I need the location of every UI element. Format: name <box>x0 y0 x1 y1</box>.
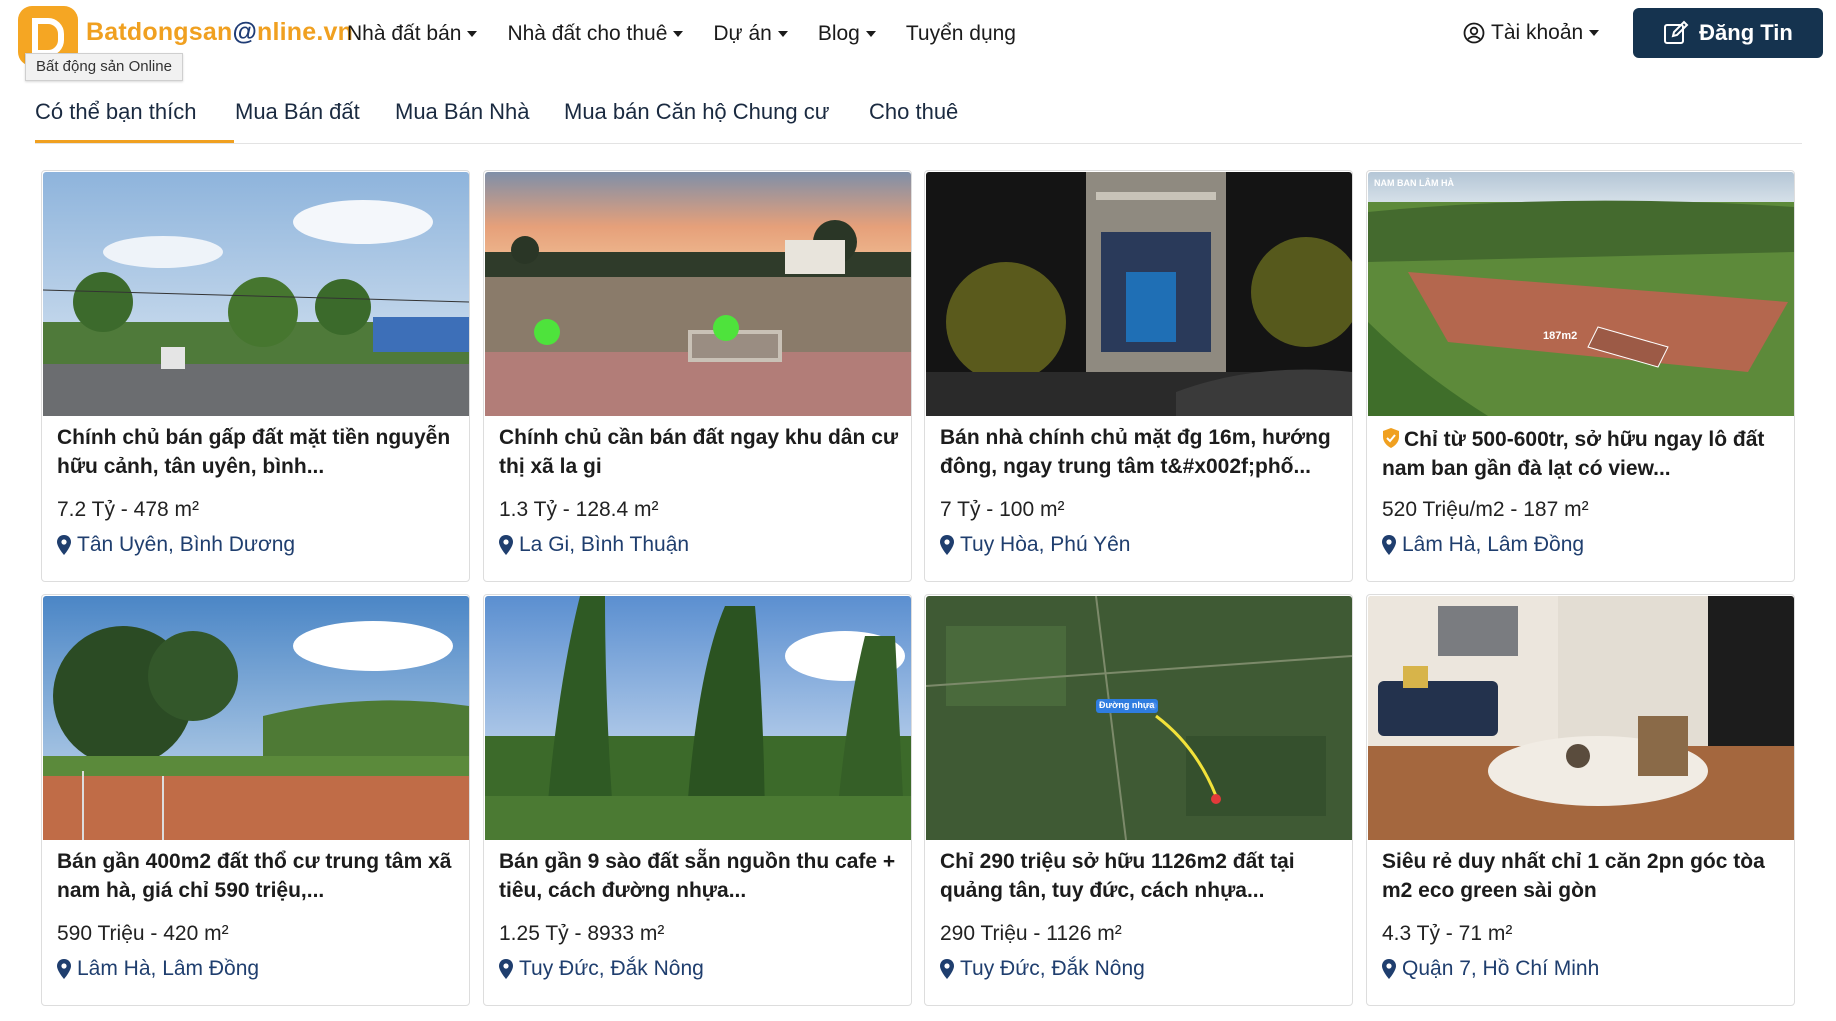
listing-card[interactable]: Chính chủ cần bán đất ngay khu dân cư th… <box>483 170 912 582</box>
tab-mua-ban-dat[interactable]: Mua Bán đất <box>235 99 360 144</box>
caret-down-icon <box>467 31 478 37</box>
post-listing-label: Đăng Tin <box>1699 20 1793 45</box>
listing-price: 7 Tỷ - 100 m² <box>940 498 1065 521</box>
map-pin-icon <box>57 535 71 555</box>
caret-down-icon <box>673 31 684 37</box>
listing-image[interactable] <box>43 596 469 840</box>
listing-title[interactable]: Siêu rẻ duy nhất chỉ 1 căn 2pn góc tòa m… <box>1382 847 1786 905</box>
listing-title[interactable]: Chỉ 290 triệu sở hữu 1126m2 đất tại quản… <box>940 847 1344 905</box>
map-pin-icon <box>499 535 513 555</box>
map-pin-icon <box>1382 959 1396 979</box>
tab-co-the-ban-thich[interactable]: Có thể bạn thích <box>35 99 196 144</box>
site-header: Batdongsan@nline.vn Nhà đất bán Nhà đất … <box>0 0 1836 75</box>
listing-card[interactable]: NAM BAN LÂM HÀ 187m2 Chỉ từ 500-600tr, s… <box>1366 170 1795 582</box>
listing-title[interactable]: Chính chủ bán gấp đất mặt tiền nguyễn hữ… <box>57 423 461 481</box>
nav-item-blog[interactable]: Blog <box>818 22 876 46</box>
map-pin-icon <box>940 959 954 979</box>
nav-item-du-an[interactable]: Dự án <box>713 22 788 46</box>
main-nav: Nhà đất bán Nhà đất cho thuê Dự án Blog … <box>347 22 1046 46</box>
listing-image[interactable] <box>1368 596 1794 840</box>
map-label: Đường nhựa <box>1099 700 1155 710</box>
listing-title[interactable]: Bán gần 400m2 đất thổ cư trung tâm xã na… <box>57 847 461 905</box>
nav-item-tuyen-dung[interactable]: Tuyển dụng <box>906 22 1016 46</box>
tab-mua-ban-nha[interactable]: Mua Bán Nhà <box>395 99 530 144</box>
logo-wordmark[interactable]: Batdongsan@nline.vn <box>86 18 353 47</box>
listing-title[interactable]: Bán gần 9 sào đất sẵn nguồn thu cafe + t… <box>499 847 903 905</box>
map-pin-icon <box>940 535 954 555</box>
listing-image[interactable] <box>43 172 469 416</box>
map-pin-icon <box>57 959 71 979</box>
listing-image[interactable] <box>926 172 1352 416</box>
verified-shield-icon <box>1383 428 1399 448</box>
listing-price: 4.3 Tỷ - 71 m² <box>1382 922 1513 945</box>
category-tabs: Có thể bạn thích Mua Bán đất Mua Bán Nhà… <box>35 99 1802 144</box>
post-listing-button[interactable]: Đăng Tin <box>1633 8 1823 58</box>
listing-location: La Gi, Bình Thuận <box>499 533 689 557</box>
plot-size-label: 187m2 <box>1543 330 1578 342</box>
listing-image[interactable]: Đường nhựa <box>926 596 1352 840</box>
nav-item-nha-dat-ban[interactable]: Nhà đất bán <box>347 22 478 46</box>
listing-card[interactable]: Bán gần 9 sào đất sẵn nguồn thu cafe + t… <box>483 594 912 1006</box>
listing-location: Tuy Đức, Đắk Nông <box>940 957 1145 981</box>
tab-mua-ban-can-ho[interactable]: Mua bán Căn hộ Chung cư <box>564 99 829 144</box>
listing-image[interactable] <box>485 596 911 840</box>
map-pin-icon <box>1382 535 1396 555</box>
listing-location: Lâm Hà, Lâm Đồng <box>1382 533 1584 557</box>
listing-price: 590 Triệu - 420 m² <box>57 922 229 945</box>
listing-price: 7.2 Tỷ - 478 m² <box>57 498 199 521</box>
user-circle-icon <box>1463 22 1485 44</box>
listing-image[interactable] <box>485 172 911 416</box>
image-caption: NAM BAN LÂM HÀ <box>1374 178 1454 188</box>
listing-card[interactable]: Chính chủ bán gấp đất mặt tiền nguyễn hữ… <box>41 170 470 582</box>
listing-card[interactable]: Siêu rẻ duy nhất chỉ 1 căn 2pn góc tòa m… <box>1366 594 1795 1006</box>
listing-price: 1.25 Tỷ - 8933 m² <box>499 922 665 945</box>
logo-tooltip: Bất động sản Online <box>25 53 183 81</box>
map-pin-icon <box>499 959 513 979</box>
listing-location: Tuy Hòa, Phú Yên <box>940 533 1130 557</box>
listing-location: Tuy Đức, Đắk Nông <box>499 957 704 981</box>
active-tab-indicator <box>35 140 234 143</box>
listing-title[interactable]: Chỉ từ 500-600tr, sở hữu ngay lô đất nam… <box>1382 425 1786 483</box>
listing-card[interactable]: Bán gần 400m2 đất thổ cư trung tâm xã na… <box>41 594 470 1006</box>
account-label: Tài khoản <box>1491 21 1584 44</box>
account-menu[interactable]: Tài khoản <box>1463 21 1600 45</box>
listing-card[interactable]: Đường nhựa Chỉ 290 triệu sở hữu 1126m2 đ… <box>924 594 1353 1006</box>
caret-down-icon <box>1589 30 1600 36</box>
listing-location: Lâm Hà, Lâm Đồng <box>57 957 259 981</box>
listing-location: Quận 7, Hồ Chí Minh <box>1382 957 1599 981</box>
edit-icon <box>1664 20 1689 44</box>
caret-down-icon <box>777 31 788 37</box>
listing-price: 520 Triệu/m2 - 187 m² <box>1382 498 1589 521</box>
caret-down-icon <box>865 31 876 37</box>
listing-price: 1.3 Tỷ - 128.4 m² <box>499 498 659 521</box>
listing-title[interactable]: Chính chủ cần bán đất ngay khu dân cư th… <box>499 423 903 481</box>
listing-title[interactable]: Bán nhà chính chủ mặt đg 16m, hướng đông… <box>940 423 1344 481</box>
listing-image[interactable]: NAM BAN LÂM HÀ 187m2 <box>1368 172 1794 416</box>
tab-cho-thue[interactable]: Cho thuê <box>869 99 958 144</box>
listing-card[interactable]: Bán nhà chính chủ mặt đg 16m, hướng đông… <box>924 170 1353 582</box>
listing-price: 290 Triệu - 1126 m² <box>940 922 1122 945</box>
listing-location: Tân Uyên, Bình Dương <box>57 533 295 557</box>
nav-item-nha-dat-cho-thue[interactable]: Nhà đất cho thuê <box>507 22 684 46</box>
